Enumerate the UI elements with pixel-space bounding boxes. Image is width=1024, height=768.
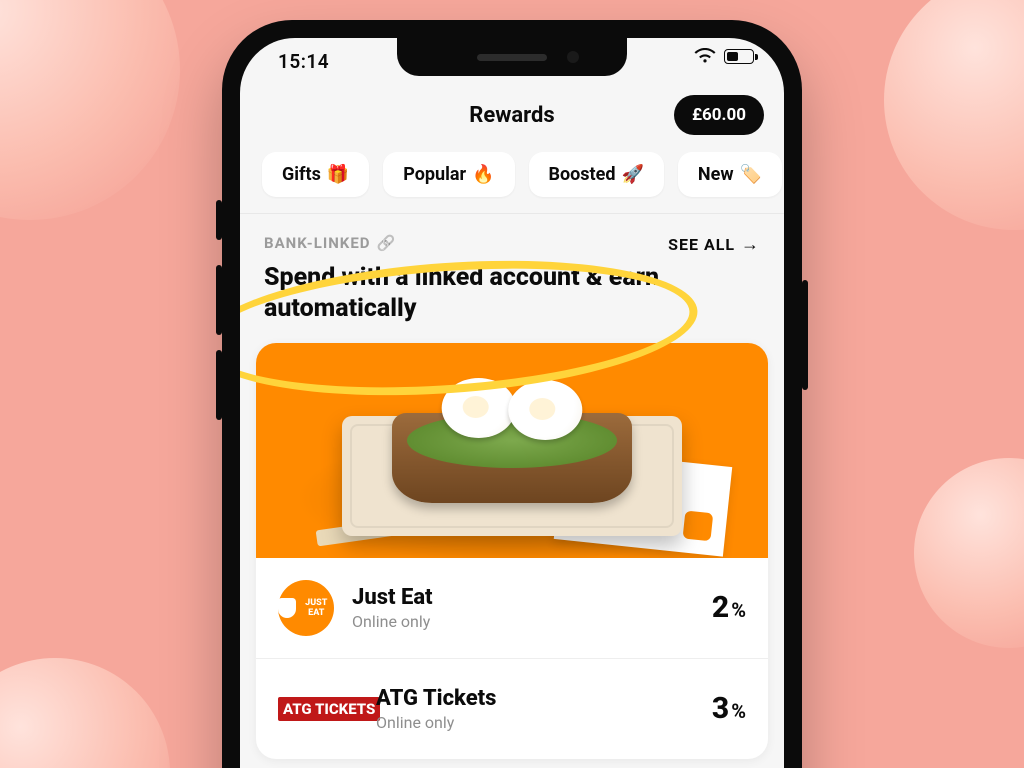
offer-row[interactable]: ATG TICKETS ATG Tickets Online only 3% bbox=[256, 658, 768, 759]
hero-brand-mark bbox=[683, 510, 714, 541]
mute-switch bbox=[216, 200, 222, 240]
page-title: Rewards bbox=[469, 103, 554, 128]
power-button bbox=[802, 280, 808, 390]
merchant-name: ATG Tickets bbox=[376, 686, 694, 711]
arrow-right-icon: → bbox=[741, 234, 760, 255]
bg-bubble bbox=[914, 458, 1024, 648]
merchant-logo-text: ATG TICKETS bbox=[278, 697, 380, 721]
bg-bubble bbox=[0, 0, 180, 220]
tab-label: Boosted bbox=[549, 164, 616, 185]
cashback-rate: 2% bbox=[712, 590, 746, 625]
offers-card: JUST EAT Just Eat Online only 2% ATG TIC… bbox=[256, 343, 768, 759]
promo-stage: 15:14 Rewards £60.00 Gifts 🎁 bbox=[0, 0, 1024, 768]
percent-icon: % bbox=[731, 598, 746, 622]
tab-boosted[interactable]: Boosted 🚀 bbox=[529, 152, 664, 197]
volume-up-button bbox=[216, 265, 222, 335]
merchant-logo-text: JUST EAT bbox=[299, 598, 334, 618]
cashback-rate: 3% bbox=[712, 691, 746, 726]
wifi-icon bbox=[694, 48, 716, 64]
fire-icon: 🔥 bbox=[472, 164, 494, 185]
offer-row[interactable]: JUST EAT Just Eat Online only 2% bbox=[256, 558, 768, 658]
bg-bubble bbox=[0, 658, 170, 768]
tab-popular[interactable]: Popular 🔥 bbox=[383, 152, 514, 197]
status-indicators bbox=[694, 48, 754, 64]
merchant-name: Just Eat bbox=[352, 585, 694, 610]
category-tabs: Gifts 🎁 Popular 🔥 Boosted 🚀 New 🏷️ bbox=[240, 144, 784, 214]
phone-screen: 15:14 Rewards £60.00 Gifts 🎁 bbox=[240, 38, 784, 768]
tab-new[interactable]: New 🏷️ bbox=[678, 152, 782, 197]
page-header: Rewards £60.00 bbox=[240, 86, 784, 144]
section-title: Spend with a linked account & earn autom… bbox=[264, 262, 684, 325]
hero-egg bbox=[508, 380, 582, 440]
percent-icon: % bbox=[731, 699, 746, 723]
volume-down-button bbox=[216, 350, 222, 420]
eyebrow-text: BANK-LINKED bbox=[264, 234, 371, 252]
offer-text: ATG Tickets Online only bbox=[376, 686, 694, 732]
battery-icon bbox=[724, 49, 754, 64]
tag-icon: 🏷️ bbox=[740, 164, 762, 185]
bg-bubble bbox=[884, 0, 1024, 230]
tab-label: Popular bbox=[403, 164, 466, 185]
balance-pill[interactable]: £60.00 bbox=[674, 95, 764, 135]
gift-icon: 🎁 bbox=[327, 164, 349, 185]
hero-image[interactable] bbox=[256, 343, 768, 558]
rate-value: 2 bbox=[712, 590, 729, 625]
phone-notch bbox=[397, 38, 627, 76]
link-icon: 🔗 bbox=[377, 234, 397, 252]
bank-linked-section: BANK-LINKED 🔗 SEE ALL → Spend with a lin… bbox=[240, 214, 784, 325]
merchant-logo-justeat: JUST EAT bbox=[278, 580, 334, 636]
see-all-link[interactable]: SEE ALL → bbox=[668, 234, 760, 255]
status-time: 15:14 bbox=[278, 50, 329, 73]
hero-egg bbox=[442, 378, 516, 438]
tab-gifts[interactable]: Gifts 🎁 bbox=[262, 152, 369, 197]
tab-label: Gifts bbox=[282, 164, 321, 185]
merchant-logo-atg: ATG TICKETS bbox=[278, 681, 358, 737]
rocket-icon: 🚀 bbox=[622, 164, 644, 185]
offer-text: Just Eat Online only bbox=[352, 585, 694, 631]
merchant-subtext: Online only bbox=[376, 713, 694, 732]
phone-frame: 15:14 Rewards £60.00 Gifts 🎁 bbox=[222, 20, 802, 768]
tab-label: New bbox=[698, 164, 734, 185]
rate-value: 3 bbox=[712, 691, 729, 726]
merchant-subtext: Online only bbox=[352, 612, 694, 631]
see-all-label: SEE ALL bbox=[668, 235, 735, 254]
